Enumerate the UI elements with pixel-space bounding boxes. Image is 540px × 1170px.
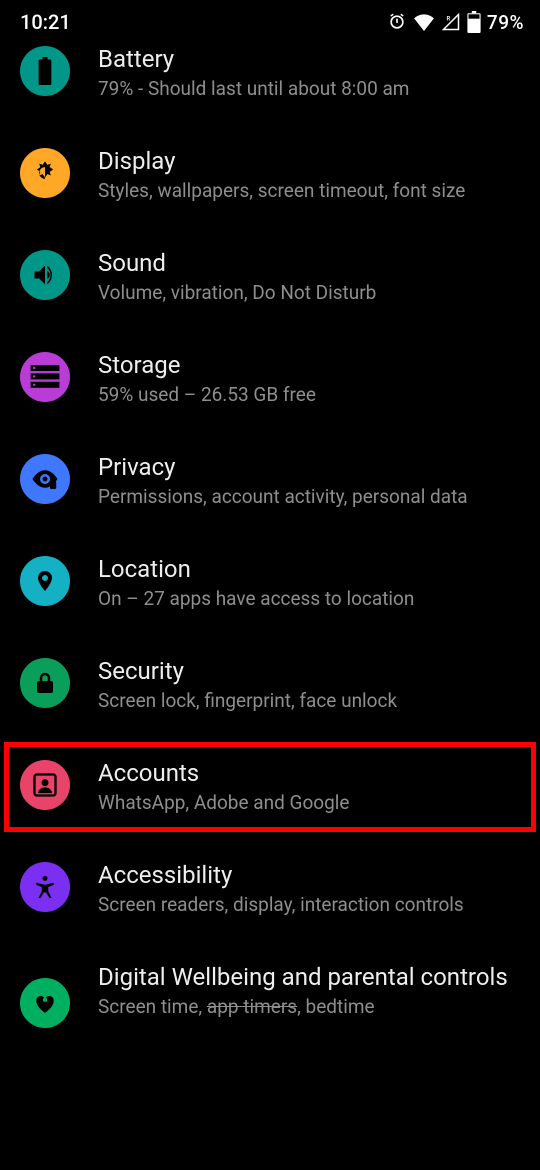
item-text: Location On – 27 apps have access to loc…	[98, 554, 520, 612]
wellbeing-icon	[20, 978, 70, 1028]
settings-item-accessibility[interactable]: Accessibility Screen readers, display, i…	[0, 838, 540, 940]
settings-item-security[interactable]: Security Screen lock, fingerprint, face …	[0, 634, 540, 736]
settings-list: Battery 79% - Should last until about 8:…	[0, 38, 540, 1032]
item-subtitle: 79% - Should last until about 8:00 am	[98, 76, 520, 102]
item-text: Storage 59% used – 26.53 GB free	[98, 350, 520, 408]
settings-item-accounts[interactable]: Accounts WhatsApp, Adobe and Google	[0, 736, 540, 838]
item-title: Security	[98, 656, 520, 686]
item-title: Privacy	[98, 452, 520, 482]
storage-icon	[20, 352, 70, 402]
settings-item-location[interactable]: Location On – 27 apps have access to loc…	[0, 532, 540, 634]
battery-icon	[20, 46, 70, 96]
item-subtitle: Styles, wallpapers, screen timeout, font…	[98, 178, 520, 204]
sub-strike: app timers	[207, 995, 297, 1018]
battery-icon	[467, 11, 481, 33]
svg-text:R: R	[446, 16, 450, 23]
settings-item-battery[interactable]: Battery 79% - Should last until about 8:…	[0, 38, 540, 124]
wifi-icon	[413, 13, 435, 31]
cellular-icon: R	[441, 13, 461, 31]
item-subtitle: Screen lock, fingerprint, face unlock	[98, 688, 520, 714]
item-text: Privacy Permissions, account activity, p…	[98, 452, 520, 510]
sound-icon	[20, 250, 70, 300]
item-subtitle: Screen time, app timers, bedtime	[98, 994, 520, 1020]
battery-percent: 79%	[487, 11, 524, 34]
settings-item-sound[interactable]: Sound Volume, vibration, Do Not Disturb	[0, 226, 540, 328]
privacy-icon	[20, 454, 70, 504]
item-text: Accessibility Screen readers, display, i…	[98, 860, 520, 918]
item-title: Accessibility	[98, 860, 520, 890]
clock: 10:21	[20, 10, 71, 34]
item-text: Display Styles, wallpapers, screen timeo…	[98, 146, 520, 204]
item-subtitle: On – 27 apps have access to location	[98, 586, 520, 612]
item-text: Accounts WhatsApp, Adobe and Google	[98, 758, 520, 816]
item-title: Storage	[98, 350, 520, 380]
accessibility-icon	[20, 862, 70, 912]
display-icon	[20, 148, 70, 198]
item-subtitle: WhatsApp, Adobe and Google	[98, 790, 520, 816]
item-subtitle: Permissions, account activity, personal …	[98, 484, 520, 510]
settings-item-privacy[interactable]: Privacy Permissions, account activity, p…	[0, 430, 540, 532]
item-title: Display	[98, 146, 520, 176]
settings-item-wellbeing[interactable]: Digital Wellbeing and parental controls …	[0, 940, 540, 1032]
item-title: Battery	[98, 44, 520, 74]
item-text: Sound Volume, vibration, Do Not Disturb	[98, 248, 520, 306]
status-icons: R 79%	[387, 11, 524, 34]
alarm-icon	[387, 12, 407, 32]
item-title: Location	[98, 554, 520, 584]
item-subtitle: Screen readers, display, interaction con…	[98, 892, 520, 918]
item-title: Digital Wellbeing and parental controls	[98, 962, 520, 992]
status-bar: 10:21 R 79%	[0, 0, 540, 38]
item-title: Accounts	[98, 758, 520, 788]
sub-post: , bedtime	[297, 995, 374, 1018]
accounts-icon	[20, 760, 70, 810]
item-subtitle: Volume, vibration, Do Not Disturb	[98, 280, 520, 306]
sub-pre: Screen time,	[98, 995, 207, 1018]
location-icon	[20, 556, 70, 606]
item-text: Digital Wellbeing and parental controls …	[98, 962, 520, 1020]
item-subtitle: 59% used – 26.53 GB free	[98, 382, 520, 408]
item-text: Battery 79% - Should last until about 8:…	[98, 44, 520, 102]
settings-item-storage[interactable]: Storage 59% used – 26.53 GB free	[0, 328, 540, 430]
settings-item-display[interactable]: Display Styles, wallpapers, screen timeo…	[0, 124, 540, 226]
item-text: Security Screen lock, fingerprint, face …	[98, 656, 520, 714]
item-title: Sound	[98, 248, 520, 278]
security-icon	[20, 658, 70, 708]
